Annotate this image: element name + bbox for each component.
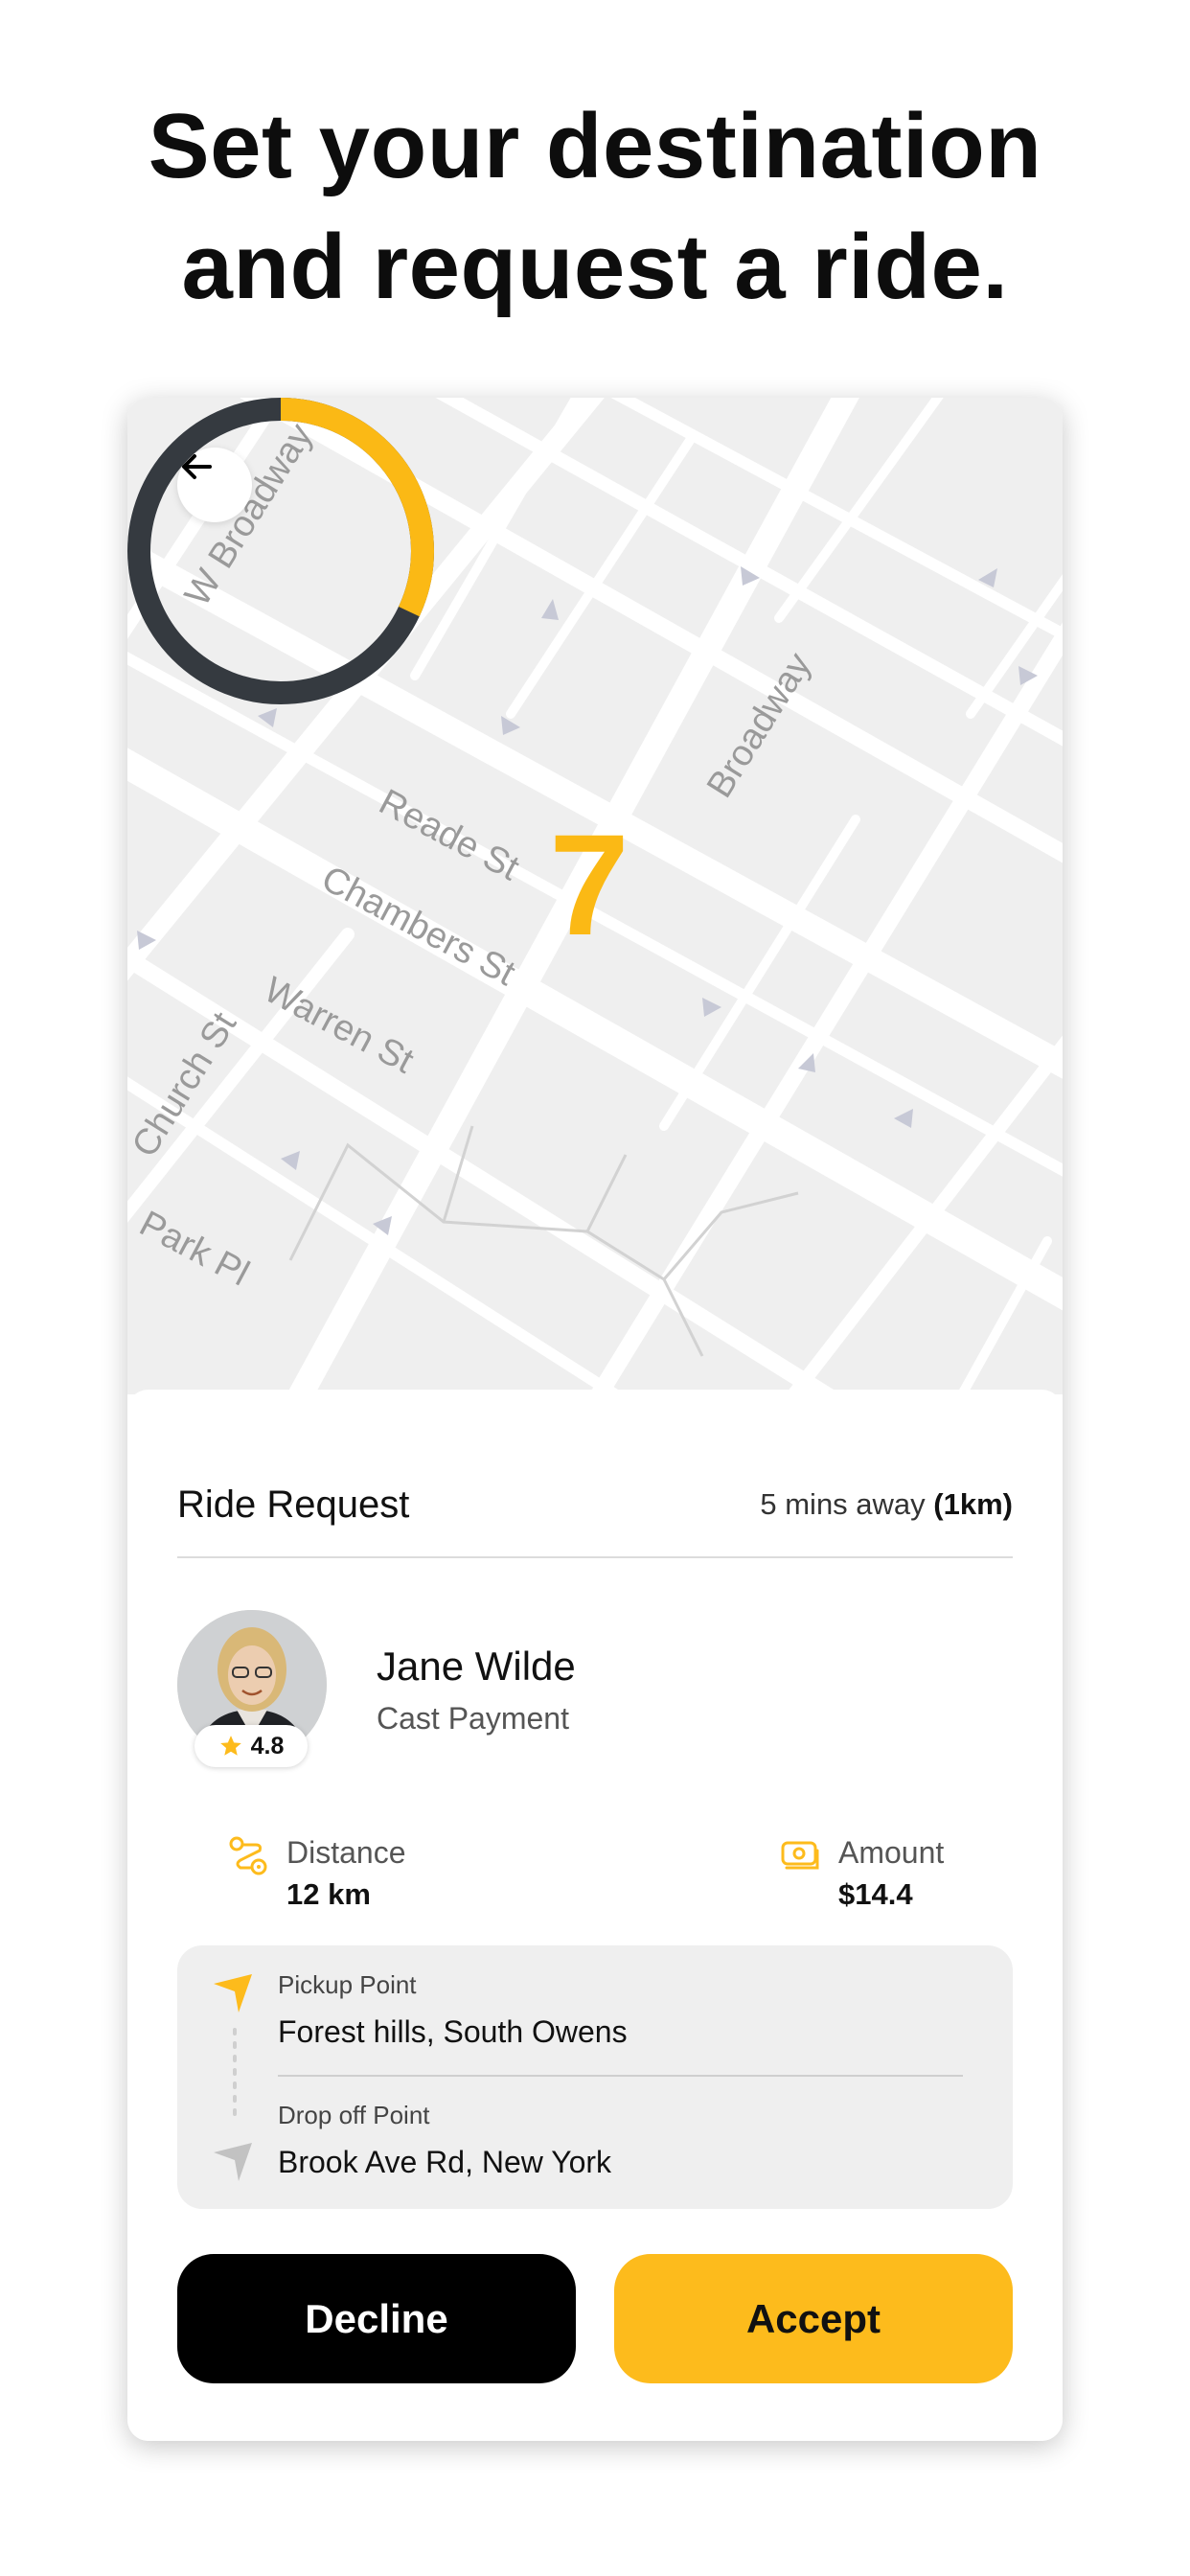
ride-request-header: Ride Request 5 mins away (1km) <box>177 1476 1013 1533</box>
route-divider <box>278 2075 963 2077</box>
headline-line-2: and request a ride. <box>181 216 1009 318</box>
eta-time: 5 mins away <box>760 1487 926 1521</box>
amount-label: Amount <box>838 1835 945 1870</box>
pickup-value: Forest hills, South Owens <box>278 2014 628 2049</box>
rating-value: 4.8 <box>250 1732 285 1760</box>
accept-button[interactable]: Accept <box>614 2254 1013 2383</box>
dropoff-arrow-icon <box>214 2143 252 2181</box>
street-label: Park Pl <box>133 1204 256 1295</box>
header-divider <box>177 1556 1013 1558</box>
amount-value: $14.4 <box>838 1877 913 1911</box>
cash-icon <box>781 1841 819 1870</box>
pickup-label: Pickup Point <box>278 1970 417 1999</box>
phone-screen: W Broadway Broadway Reade St Chambers St… <box>127 398 1063 2441</box>
street <box>966 574 1063 719</box>
ride-request-sheet: Ride Request 5 mins away (1km) 4.8 Jane … <box>127 1390 1063 2441</box>
street <box>774 398 944 623</box>
route-line <box>214 1974 252 2181</box>
eta-distance: (1km) <box>933 1487 1013 1521</box>
route-distance-icon <box>229 1836 267 1875</box>
rating-badge: 4.8 <box>195 1725 308 1767</box>
dropoff-label: Drop off Point <box>278 2101 430 2129</box>
driver-name: Jane Wilde <box>377 1644 576 1689</box>
headline-line-1: Set your destination <box>148 95 1042 197</box>
dropoff-value: Brook Ave Rd, New York <box>278 2145 612 2179</box>
distance-value: 12 km <box>286 1877 371 1911</box>
route-card: Pickup Point Forest hills, South Owens D… <box>177 1945 1013 2209</box>
countdown-number: 7 <box>549 803 629 965</box>
decline-button[interactable]: Decline <box>177 2254 576 2383</box>
payment-method: Cast Payment <box>377 1701 569 1736</box>
countdown-ring <box>127 398 434 704</box>
distance-label: Distance <box>286 1835 406 1870</box>
ride-request-title: Ride Request <box>177 1483 410 1526</box>
ride-eta: 5 mins away (1km) <box>760 1487 1013 1522</box>
headline: Set your destination and request a ride. <box>0 86 1190 328</box>
navigation-arrow-icon <box>214 1974 252 2012</box>
star-icon <box>219 1736 241 1756</box>
map-view[interactable]: W Broadway Broadway Reade St Chambers St… <box>127 398 1063 1394</box>
